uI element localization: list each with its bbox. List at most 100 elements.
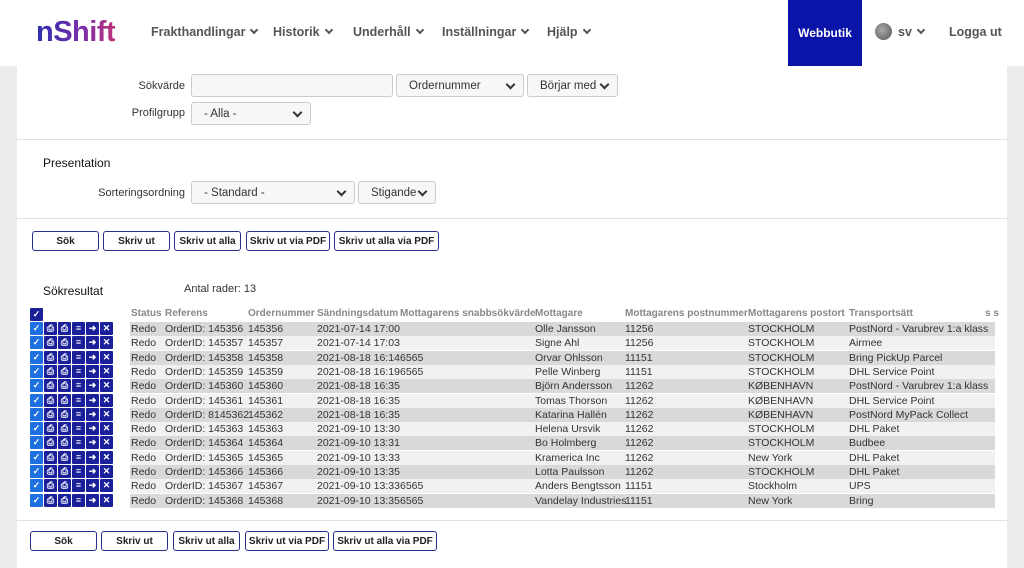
order-select[interactable]: Stigande	[358, 181, 436, 204]
checkbox-icon[interactable]: ✓	[30, 336, 43, 349]
send-icon[interactable]: ➜	[86, 451, 99, 464]
nav-underhall[interactable]: Underhåll	[353, 25, 423, 39]
delete-icon[interactable]: ✕	[100, 465, 113, 478]
print-label-icon[interactable]: ⎙	[58, 351, 71, 364]
send-icon[interactable]: ➜	[86, 408, 99, 421]
table-row[interactable]: RedoOrderID: 1453601453602021-08-18 16:3…	[130, 379, 995, 393]
print-all-button[interactable]: Skriv ut alla	[174, 231, 241, 251]
send-icon[interactable]: ➜	[86, 336, 99, 349]
col-status[interactable]: Status	[131, 308, 162, 319]
details-icon[interactable]: ≡	[72, 465, 85, 478]
nav-frakthandlingar[interactable]: Frakthandlingar	[151, 25, 257, 39]
language-selector[interactable]: sv	[898, 25, 924, 39]
print-all-pdf-button-bottom[interactable]: Skriv ut alla via PDF	[333, 531, 437, 551]
print-icon[interactable]: ⎙	[44, 322, 57, 335]
print-label-icon[interactable]: ⎙	[58, 365, 71, 378]
print-button-bottom[interactable]: Skriv ut	[101, 531, 168, 551]
delete-icon[interactable]: ✕	[100, 394, 113, 407]
checkbox-icon[interactable]: ✓	[30, 351, 43, 364]
select-all-checkbox[interactable]: ✓	[30, 308, 43, 321]
details-icon[interactable]: ≡	[72, 422, 85, 435]
send-icon[interactable]: ➜	[86, 322, 99, 335]
delete-icon[interactable]: ✕	[100, 408, 113, 421]
table-row[interactable]: RedoOrderID: 1453641453642021-09-10 13:3…	[130, 436, 995, 450]
col-transportsatt[interactable]: Transportsätt	[849, 308, 913, 319]
send-icon[interactable]: ➜	[86, 436, 99, 449]
col-snabbsokvarde[interactable]: Mottagarens snabbsökvärde	[400, 308, 536, 319]
print-icon[interactable]: ⎙	[44, 479, 57, 492]
delete-icon[interactable]: ✕	[100, 365, 113, 378]
print-label-icon[interactable]: ⎙	[58, 436, 71, 449]
details-icon[interactable]: ≡	[72, 394, 85, 407]
col-postnummer[interactable]: Mottagarens postnummer	[625, 308, 748, 319]
delete-icon[interactable]: ✕	[100, 322, 113, 335]
send-icon[interactable]: ➜	[86, 422, 99, 435]
print-icon[interactable]: ⎙	[44, 408, 57, 421]
details-icon[interactable]: ≡	[72, 322, 85, 335]
print-label-icon[interactable]: ⎙	[58, 451, 71, 464]
delete-icon[interactable]: ✕	[100, 351, 113, 364]
print-label-icon[interactable]: ⎙	[58, 322, 71, 335]
col-sandningsdatum[interactable]: Sändningsdatum	[317, 308, 398, 319]
nav-historik[interactable]: Historik	[273, 25, 332, 39]
col-referens[interactable]: Referens	[165, 308, 208, 319]
table-row[interactable]: RedoOrderID: 1453611453612021-08-18 16:3…	[130, 394, 995, 408]
table-row[interactable]: RedoOrderID: 1453631453632021-09-10 13:3…	[130, 422, 995, 436]
delete-icon[interactable]: ✕	[100, 436, 113, 449]
print-icon[interactable]: ⎙	[44, 436, 57, 449]
details-icon[interactable]: ≡	[72, 365, 85, 378]
table-row[interactable]: RedoOrderID: 1453571453572021-07-14 17:0…	[130, 336, 995, 350]
delete-icon[interactable]: ✕	[100, 336, 113, 349]
table-row[interactable]: RedoOrderID: 81453621453622021-08-18 16:…	[130, 408, 995, 422]
delete-icon[interactable]: ✕	[100, 422, 113, 435]
table-row[interactable]: RedoOrderID: 1453661453662021-09-10 13:3…	[130, 465, 995, 479]
print-label-icon[interactable]: ⎙	[58, 465, 71, 478]
send-icon[interactable]: ➜	[86, 479, 99, 492]
print-icon[interactable]: ⎙	[44, 336, 57, 349]
checkbox-icon[interactable]: ✓	[30, 394, 43, 407]
print-label-icon[interactable]: ⎙	[58, 494, 71, 507]
col-extra[interactable]: s s	[985, 308, 999, 319]
print-label-icon[interactable]: ⎙	[58, 408, 71, 421]
print-icon[interactable]: ⎙	[44, 351, 57, 364]
nav-installningar[interactable]: Inställningar	[442, 25, 528, 39]
print-pdf-button[interactable]: Skriv ut via PDF	[246, 231, 330, 251]
details-icon[interactable]: ≡	[72, 479, 85, 492]
send-icon[interactable]: ➜	[86, 494, 99, 507]
print-icon[interactable]: ⎙	[44, 494, 57, 507]
checkbox-icon[interactable]: ✓	[30, 322, 43, 335]
send-icon[interactable]: ➜	[86, 379, 99, 392]
checkbox-icon[interactable]: ✓	[30, 408, 43, 421]
print-all-pdf-button[interactable]: Skriv ut alla via PDF	[334, 231, 439, 251]
details-icon[interactable]: ≡	[72, 336, 85, 349]
nav-hjalp[interactable]: Hjälp	[547, 25, 590, 39]
print-label-icon[interactable]: ⎙	[58, 379, 71, 392]
checkbox-icon[interactable]: ✓	[30, 436, 43, 449]
table-row[interactable]: RedoOrderID: 1453581453582021-08-18 16:1…	[130, 351, 995, 365]
print-icon[interactable]: ⎙	[44, 422, 57, 435]
print-icon[interactable]: ⎙	[44, 465, 57, 478]
print-icon[interactable]: ⎙	[44, 394, 57, 407]
match-select[interactable]: Börjar med	[527, 74, 618, 97]
send-icon[interactable]: ➜	[86, 465, 99, 478]
table-row[interactable]: RedoOrderID: 1453651453652021-09-10 13:3…	[130, 451, 995, 465]
details-icon[interactable]: ≡	[72, 436, 85, 449]
table-row[interactable]: RedoOrderID: 1453671453672021-09-10 13:3…	[130, 479, 995, 493]
print-label-icon[interactable]: ⎙	[58, 336, 71, 349]
delete-icon[interactable]: ✕	[100, 479, 113, 492]
checkbox-icon[interactable]: ✓	[30, 494, 43, 507]
details-icon[interactable]: ≡	[72, 351, 85, 364]
details-icon[interactable]: ≡	[72, 494, 85, 507]
table-row[interactable]: RedoOrderID: 1453681453682021-09-10 13:3…	[130, 494, 995, 508]
checkbox-icon[interactable]: ✓	[30, 422, 43, 435]
delete-icon[interactable]: ✕	[100, 451, 113, 464]
sokvarde-input[interactable]	[191, 74, 393, 97]
print-label-icon[interactable]: ⎙	[58, 422, 71, 435]
checkbox-icon[interactable]: ✓	[30, 365, 43, 378]
print-pdf-button-bottom[interactable]: Skriv ut via PDF	[245, 531, 329, 551]
print-label-icon[interactable]: ⎙	[58, 479, 71, 492]
col-ordernummer[interactable]: Ordernummer	[248, 308, 315, 319]
checkbox-icon[interactable]: ✓	[30, 465, 43, 478]
search-button[interactable]: Sök	[32, 231, 99, 251]
send-icon[interactable]: ➜	[86, 351, 99, 364]
